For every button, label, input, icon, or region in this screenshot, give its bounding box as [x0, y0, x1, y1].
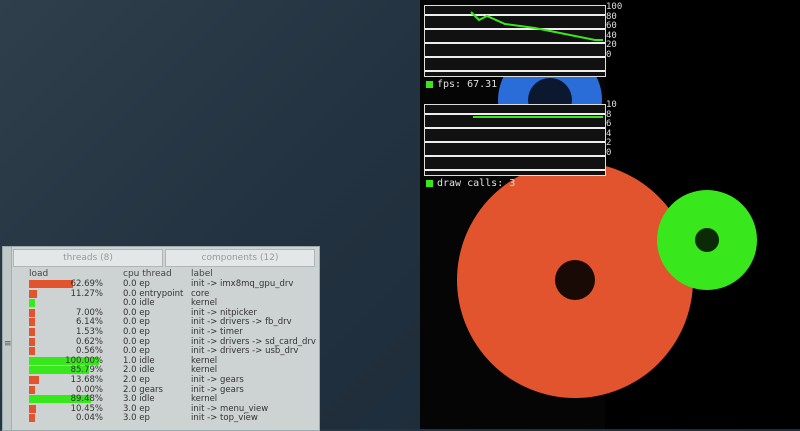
header-cpu-thread: cpu thread — [123, 269, 172, 279]
load-value: 85.79% — [70, 365, 103, 376]
fps-graph — [424, 5, 606, 77]
thread-label: init -> drivers -> usb_drv — [191, 346, 299, 357]
cpu-thread-value: 0.0 ep — [123, 336, 150, 347]
thread-row[interactable]: 6.14% 0.0 ep init -> drivers -> fb_drv — [13, 317, 319, 327]
cpu-thread-value: 2.0 idle — [123, 365, 155, 376]
thread-label: kernel — [191, 365, 218, 376]
cpu-thread-value: 1.0 idle — [123, 355, 155, 366]
thread-row[interactable]: 0.00% 2.0 gears init -> gears — [13, 385, 319, 395]
thread-label: init -> gears — [191, 384, 244, 395]
load-value: 6.14% — [75, 317, 103, 328]
grip-handle-icon[interactable]: ≡ — [4, 339, 12, 349]
fps-graph-line — [470, 11, 603, 41]
cpu-thread-value: 0.0 ep — [123, 279, 150, 289]
cpu-thread-value: 2.0 ep — [123, 375, 150, 385]
load-bar — [29, 414, 35, 423]
thread-label: init -> top_view — [191, 413, 258, 424]
load-bar — [29, 404, 36, 413]
load-value: 0.04% — [75, 413, 103, 424]
load-bar — [29, 318, 35, 327]
thread-label: init -> gears — [191, 375, 244, 385]
load-value: 89.48% — [70, 394, 103, 405]
thread-label: init -> drivers -> sd_card_drv — [191, 336, 316, 347]
load-value: 7.00% — [75, 307, 103, 318]
red-gear — [457, 162, 693, 398]
header-label: label — [191, 269, 213, 279]
thread-row[interactable]: 100.00% 1.0 idle kernel — [13, 356, 319, 366]
load-bar — [29, 299, 35, 308]
load-bar — [29, 385, 35, 394]
thread-row[interactable]: 62.69% 0.0 ep init -> imx8mq_gpu_drv — [13, 279, 319, 289]
draw-calls-axis: 10 8 64 20 — [606, 100, 617, 158]
cpu-thread-value: 0.0 ep — [123, 346, 150, 357]
thread-label: core — [191, 288, 210, 299]
thread-row[interactable]: 0.56% 0.0 ep init -> drivers -> usb_drv — [13, 346, 319, 356]
cpu-thread-value: 0.0 ep — [123, 327, 150, 337]
top-view-window: ≡ threads (8) components (12) load cpu t… — [2, 246, 320, 431]
cpu-thread-value: 2.0 gears — [123, 384, 163, 395]
cpu-thread-value: 3.0 ep — [123, 403, 150, 414]
thread-label: init -> menu_view — [191, 403, 269, 414]
tab-threads[interactable]: threads (8) — [13, 249, 163, 267]
thread-row[interactable]: 11.27% 0.0 entrypoint core — [13, 289, 319, 299]
thread-row[interactable]: 1.53% 0.0 ep init -> timer — [13, 327, 319, 337]
draw-calls-legend-icon — [426, 179, 433, 187]
gears-scene — [457, 48, 757, 398]
load-bar — [29, 289, 37, 298]
thread-row[interactable]: 85.79% 2.0 idle kernel — [13, 365, 319, 375]
thread-label: kernel — [191, 394, 218, 405]
fps-graph-axis: 100 80 60 40 20 0 — [606, 2, 623, 60]
thread-row[interactable]: 0.04% 3.0 ep init -> top_view — [13, 413, 319, 423]
load-value: 62.69% — [70, 279, 103, 289]
green-gear — [657, 190, 757, 290]
load-value: 1.53% — [75, 327, 103, 337]
thread-row[interactable]: 7.00% 0.0 ep init -> nitpicker — [13, 308, 319, 318]
load-value: 11.27% — [70, 288, 103, 299]
load-value: 10.45% — [70, 403, 103, 414]
thread-label: kernel — [191, 355, 218, 366]
cpu-thread-value: 0.0 ep — [123, 317, 150, 328]
cpu-thread-value: 0.0 entrypoint — [123, 288, 184, 299]
load-value: 0.00% — [75, 384, 103, 395]
thread-label: init -> timer — [191, 327, 243, 337]
thread-row[interactable]: 0.62% 0.0 ep init -> drivers -> sd_card_dr… — [13, 337, 319, 347]
thread-label: init -> nitpicker — [191, 307, 257, 318]
load-bar — [29, 308, 35, 317]
cpu-thread-value: 3.0 ep — [123, 413, 150, 424]
load-bar — [29, 347, 35, 356]
load-bar — [29, 337, 35, 346]
cpu-thread-value: 0.0 ep — [123, 307, 150, 318]
draw-calls-graph — [424, 104, 606, 176]
load-value: 100.00% — [65, 355, 103, 366]
tab-bar: threads (8) components (12) — [13, 249, 317, 267]
load-bar — [29, 328, 35, 336]
load-value: 0.56% — [75, 346, 103, 357]
draw-calls-graph-line — [473, 116, 603, 118]
window-sidebar[interactable]: ≡ — [3, 247, 12, 430]
load-value: 13.68% — [70, 375, 103, 385]
load-value: 0.62% — [75, 336, 103, 347]
fps-caption: fps: 67.31 — [426, 79, 497, 90]
cpu-thread-value: 0.0 idle — [123, 298, 155, 309]
thread-row[interactable]: 0.0 idle kernel — [13, 298, 319, 308]
draw-calls-caption: draw calls: 3 — [426, 178, 515, 189]
thread-row[interactable]: 13.68% 2.0 ep init -> gears — [13, 375, 319, 385]
tab-components[interactable]: components (12) — [165, 249, 315, 267]
fps-legend-icon — [426, 80, 433, 88]
thread-row[interactable]: 10.45% 3.0 ep init -> menu_view — [13, 404, 319, 414]
thread-label: kernel — [191, 298, 218, 309]
cpu-thread-value: 3.0 idle — [123, 394, 155, 405]
thread-label: init -> drivers -> fb_drv — [191, 317, 292, 328]
thread-row[interactable]: 89.48% 3.0 idle kernel — [13, 394, 319, 404]
load-bar — [29, 376, 39, 384]
header-load: load — [29, 269, 49, 279]
thread-label: init -> imx8mq_gpu_drv — [191, 279, 294, 289]
